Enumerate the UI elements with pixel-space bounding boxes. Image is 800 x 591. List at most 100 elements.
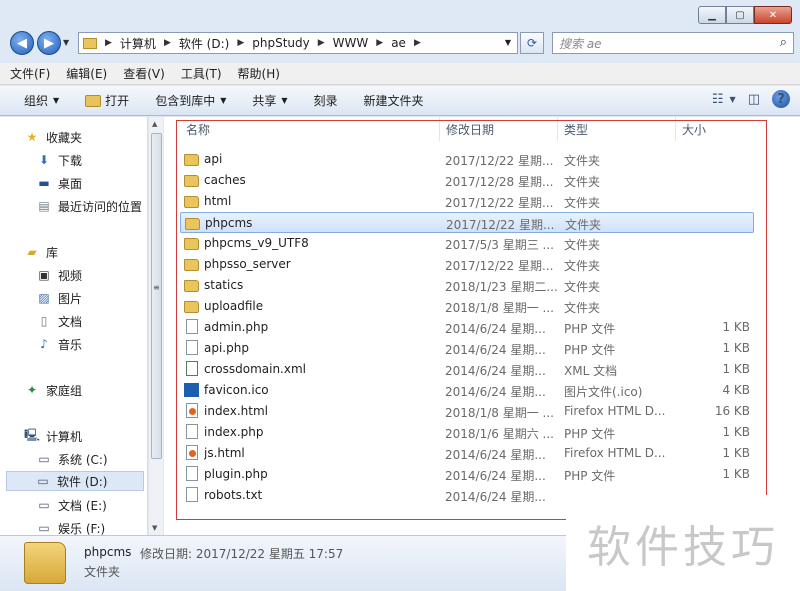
forward-button[interactable]: ▶: [37, 31, 61, 55]
nav-scrollbar[interactable]: ▲ ≡ ▼: [148, 117, 163, 535]
menu-view[interactable]: 查看(V): [123, 65, 165, 82]
nav-homegroup-label: 家庭组: [46, 383, 83, 398]
nav-homegroup[interactable]: ✦ 家庭组: [24, 380, 82, 400]
open-folder-icon: [85, 94, 102, 107]
menu-help[interactable]: 帮助(H): [238, 65, 280, 82]
address-bar[interactable]: ▶ 计算机 ▶ 软件 (D:) ▶ phpStudy ▶ WWW ▶ ae ▶ …: [78, 32, 518, 54]
chevron-right-icon[interactable]: ▶: [376, 38, 383, 48]
picture-icon: ▨: [38, 291, 50, 305]
nav-downloads-label: 下载: [58, 153, 83, 168]
arrow-left-icon: ◀: [17, 35, 27, 51]
chevron-right-icon[interactable]: ▶: [105, 38, 112, 48]
view-controls: ☷ ▼ ◫ ?: [700, 90, 790, 108]
search-placeholder: 搜索 ae: [559, 36, 602, 51]
chevron-right-icon[interactable]: ▶: [164, 38, 171, 48]
nav-documents-label: 文档: [58, 314, 83, 329]
download-folder-icon: ⬇: [38, 153, 50, 167]
chevron-right-icon[interactable]: ▶: [237, 38, 244, 48]
breadcrumb-phpstudy[interactable]: phpStudy: [252, 36, 310, 50]
back-button[interactable]: ◀: [10, 31, 34, 55]
burn-button[interactable]: 刻录: [314, 92, 338, 109]
nav-libraries-label: 库: [46, 245, 59, 260]
refresh-icon: ⟳: [526, 36, 538, 50]
refresh-button[interactable]: ⟳: [520, 32, 544, 54]
star-icon: ★: [26, 130, 38, 144]
breadcrumb-computer[interactable]: 计算机: [120, 35, 156, 52]
arrow-right-icon: ▶: [44, 35, 54, 51]
nav-documents[interactable]: ▯ 文档: [36, 311, 82, 331]
nav-drive-c-label: 系统 (C:): [58, 452, 108, 467]
nav-computer[interactable]: 🖳 计算机: [24, 426, 82, 446]
nav-videos[interactable]: ▣ 视频: [36, 265, 82, 285]
menu-tools[interactable]: 工具(T): [181, 65, 222, 82]
maximize-button[interactable]: ▢: [726, 6, 754, 24]
video-icon: ▣: [38, 268, 50, 282]
nav-pictures-label: 图片: [58, 291, 83, 306]
nav-recent-label: 最近访问的位置: [58, 199, 143, 214]
nav-favorites-label: 收藏夹: [46, 130, 83, 145]
menu-edit[interactable]: 编辑(E): [66, 65, 107, 82]
close-button[interactable]: ✕: [754, 6, 792, 24]
nav-music-label: 音乐: [58, 337, 83, 352]
details-modified: 修改日期: 2017/12/22 星期五 17:57: [140, 547, 344, 561]
recent-places-icon: ▤: [38, 199, 50, 213]
minimize-button[interactable]: ▁: [698, 6, 726, 24]
nav-drive-d-label: 软件 (D:): [57, 474, 108, 489]
nav-desktop-label: 桌面: [58, 176, 83, 191]
new-folder-button[interactable]: 新建文件夹: [364, 92, 424, 109]
chevron-right-icon[interactable]: ▶: [414, 38, 421, 48]
chevron-right-icon[interactable]: ▶: [318, 38, 325, 48]
organize-label: 组织: [24, 94, 49, 108]
breadcrumb-drive-d[interactable]: 软件 (D:): [179, 35, 229, 52]
nav-libraries[interactable]: ▰ 库: [24, 242, 58, 262]
include-label: 包含到库中: [155, 94, 216, 108]
share-button[interactable]: 共享 ▼: [252, 92, 287, 109]
nav-favorites[interactable]: ★ 收藏夹: [24, 127, 82, 147]
organize-button[interactable]: 组织 ▼: [24, 92, 59, 109]
search-input[interactable]: 搜索 ae ⌕: [552, 32, 794, 54]
drive-icon: ▭: [38, 521, 50, 535]
nav-drive-e-label: 文档 (E:): [58, 498, 107, 513]
breadcrumb-www[interactable]: WWW: [333, 36, 369, 50]
menu-bar: 文件(F) 编辑(E) 查看(V) 工具(T) 帮助(H): [0, 63, 800, 85]
scroll-down-icon[interactable]: ▼: [152, 524, 157, 532]
command-bar: 组织 ▼ 打开 包含到库中 ▼ 共享 ▼ 刻录 新建文件夹 ☷ ▼ ◫ ?: [0, 86, 800, 116]
nav-recent[interactable]: ▤ 最近访问的位置: [36, 196, 142, 216]
nav-music[interactable]: ♪ 音乐: [36, 334, 82, 354]
chevron-down-icon: ▼: [53, 96, 60, 105]
menu-file[interactable]: 文件(F): [10, 65, 50, 82]
details-name: phpcms: [84, 545, 132, 559]
watermark: 软件技巧: [566, 495, 800, 591]
chevron-down-icon: ▼: [220, 96, 227, 105]
nav-downloads[interactable]: ⬇ 下载: [36, 150, 82, 170]
folder-icon: [24, 542, 66, 584]
scroll-up-icon[interactable]: ▲: [152, 120, 157, 128]
chevron-down-icon: ▼: [281, 96, 288, 105]
address-row: ◀ ▶ ▼ ▶ 计算机 ▶ 软件 (D:) ▶ phpStudy ▶ WWW ▶…: [0, 30, 800, 58]
help-icon[interactable]: ?: [772, 90, 790, 108]
scroll-grip-icon: ≡: [153, 283, 160, 292]
breadcrumb-ae[interactable]: ae: [391, 36, 406, 50]
address-dropdown-icon[interactable]: ▼: [505, 38, 511, 47]
open-button[interactable]: 打开: [85, 92, 129, 109]
homegroup-icon: ✦: [26, 383, 38, 397]
scrollbar-thumb[interactable]: [151, 133, 162, 459]
include-in-library-button[interactable]: 包含到库中 ▼: [155, 92, 226, 109]
preview-pane-icon[interactable]: ◫: [748, 92, 760, 107]
nav-pictures[interactable]: ▨ 图片: [36, 288, 82, 308]
nav-drive-e[interactable]: ▭ 文档 (E:): [36, 495, 107, 515]
search-icon[interactable]: ⌕: [780, 35, 787, 50]
chevron-down-icon[interactable]: ▼: [730, 95, 736, 104]
history-dropdown-icon[interactable]: ▼: [63, 38, 69, 47]
navigation-pane: ★ 收藏夹 ⬇ 下载 ▬ 桌面 ▤ 最近访问的位置 ▰ 库 ▣ 视频 ▨ 图片 …: [0, 117, 148, 535]
nav-desktop[interactable]: ▬ 桌面: [36, 173, 82, 193]
share-label: 共享: [252, 94, 277, 108]
nav-drive-f[interactable]: ▭ 娱乐 (F:): [36, 518, 105, 535]
nav-drive-d[interactable]: ▭ 软件 (D:): [6, 471, 144, 491]
document-icon: ▯: [40, 314, 48, 328]
open-label: 打开: [105, 94, 130, 108]
nav-drive-c[interactable]: ▭ 系统 (C:): [36, 449, 108, 469]
view-options-icon[interactable]: ☷: [712, 92, 724, 107]
computer-icon: 🖳: [24, 427, 41, 442]
music-icon: ♪: [40, 337, 48, 351]
